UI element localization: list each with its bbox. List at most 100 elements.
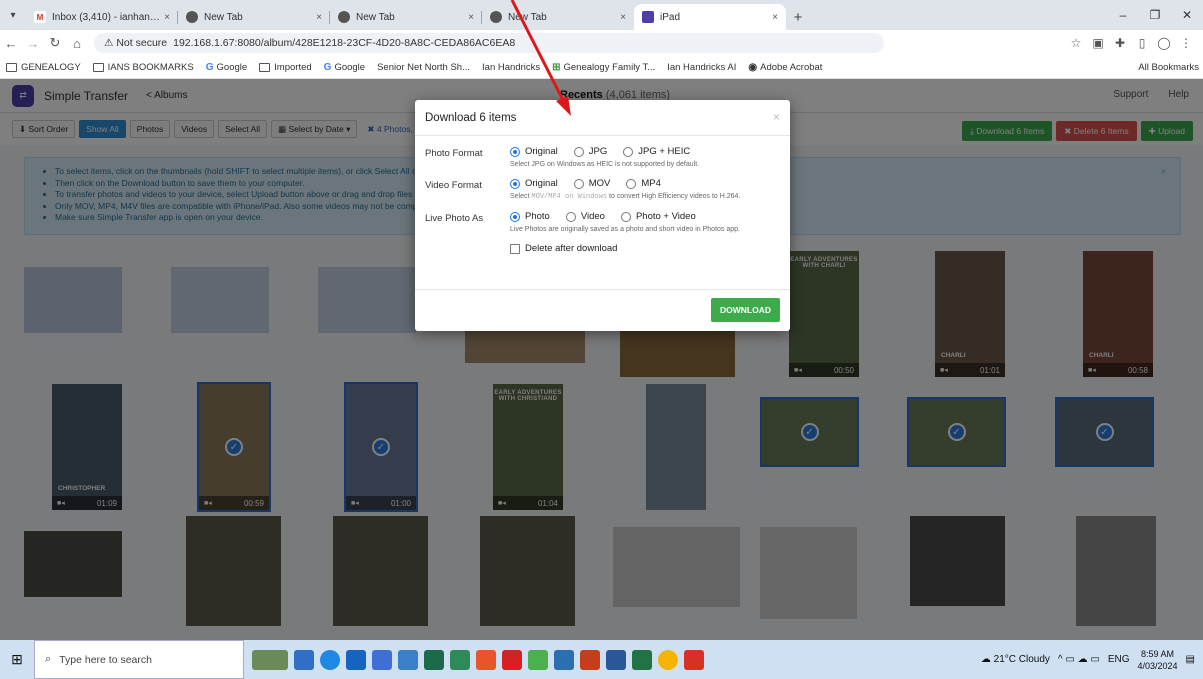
video-format-mp4-radio[interactable]: MP4 — [626, 178, 661, 189]
live-photo-row: Live Photo As Photo Video Photo + Video … — [425, 211, 780, 233]
tab-close-icon[interactable]: × — [468, 12, 474, 23]
task-view-icon[interactable] — [294, 649, 314, 670]
video-format-original-radio[interactable]: Original — [510, 178, 558, 189]
bookmark-link[interactable]: ⊞ Genealogy Family T... — [552, 62, 655, 73]
app-icon[interactable] — [424, 649, 444, 670]
tab-close-icon[interactable]: × — [316, 12, 322, 23]
windows-start-icon[interactable]: ⊞ — [0, 640, 34, 679]
minimize-icon[interactable]: – — [1107, 0, 1139, 30]
taskbar-search-placeholder: Type here to search — [59, 653, 152, 666]
live-photo-photo-radio[interactable]: Photo — [510, 211, 550, 222]
bookmark-folder[interactable]: IANS BOOKMARKS — [92, 62, 194, 73]
tab-close-icon[interactable]: × — [772, 12, 778, 23]
edge-icon[interactable] — [320, 649, 340, 670]
radio-unchecked-icon — [573, 146, 584, 157]
download-button[interactable]: DOWNLOAD — [711, 298, 780, 322]
folder-icon — [259, 62, 271, 72]
system-tray: ☁ 21°C Cloudy ^ ▭ ☁ ▭ ENG 8:59 AM 4/03/2… — [981, 640, 1195, 679]
dialog-footer: DOWNLOAD — [415, 289, 790, 331]
bookmarks-bar: GENEALOGY IANS BOOKMARKS G Google Importe… — [0, 56, 1203, 79]
browser-tab[interactable]: M Inbox (3,410) - ianhandricks@ × — [26, 4, 178, 30]
radio-unchecked-icon — [620, 211, 631, 222]
new-tab-button[interactable]: + — [786, 4, 810, 30]
sidepanel-icon[interactable]: ▯ — [1131, 32, 1153, 54]
gmail-icon[interactable] — [684, 649, 704, 670]
bookmark-link[interactable]: Ian Handricks — [482, 62, 540, 73]
clock[interactable]: 8:59 AM 4/03/2024 — [1138, 648, 1178, 672]
acrobat-icon[interactable] — [502, 649, 522, 670]
close-icon[interactable]: ✕ — [1171, 0, 1203, 30]
bookmark-link[interactable]: Senior Net North Sh... — [377, 62, 470, 73]
language-indicator[interactable]: ENG — [1108, 654, 1130, 665]
window-controls: – ❐ ✕ — [1107, 0, 1203, 30]
checkbox-unchecked-icon — [510, 243, 520, 254]
news-widget-icon[interactable] — [252, 649, 288, 670]
menu-icon[interactable]: ⋮ — [1175, 32, 1197, 54]
teamviewer-icon[interactable] — [372, 649, 392, 670]
bookmark-folder[interactable]: GENEALOGY — [6, 62, 81, 73]
photo-format-jpg-heic-radio[interactable]: JPG + HEIC — [623, 146, 690, 157]
google-icon: G — [323, 61, 332, 73]
excel-icon[interactable] — [632, 649, 652, 670]
url-text: 192.168.1.67:8080/album/428E1218-23CF-4D… — [173, 37, 516, 49]
live-photo-photo-video-radio[interactable]: Photo + Video — [620, 211, 696, 222]
app-icon[interactable] — [554, 649, 574, 670]
google-icon: G — [205, 61, 214, 73]
browser-tab-active[interactable]: iPad × — [634, 4, 786, 30]
tray-icons[interactable]: ^ ▭ ☁ ▭ — [1058, 654, 1100, 665]
simple-transfer-icon — [642, 11, 654, 23]
photo-format-hint: Select JPG on Windows as HEIC is not sup… — [510, 161, 700, 168]
profile-icon[interactable]: ◯ — [1153, 32, 1175, 54]
app-icon[interactable] — [528, 649, 548, 670]
address-bar[interactable]: ⚠ Not secure 192.168.1.67:8080/album/428… — [94, 33, 884, 53]
radio-unchecked-icon — [573, 178, 584, 189]
folder-icon — [92, 62, 104, 72]
browser-tab-strip: ▾ M Inbox (3,410) - ianhandricks@ × New … — [0, 0, 1203, 30]
browser-tab[interactable]: New Tab × — [178, 4, 330, 30]
bookmark-star-icon[interactable]: ☆ — [1065, 32, 1087, 54]
bookmark-link[interactable]: G Google — [206, 62, 247, 73]
app-icon[interactable] — [450, 649, 470, 670]
app-icon[interactable] — [398, 649, 418, 670]
live-photo-video-radio[interactable]: Video — [565, 211, 605, 222]
restore-icon[interactable]: ❐ — [1139, 0, 1171, 30]
back-icon[interactable]: ← — [0, 32, 22, 54]
tab-close-icon[interactable]: × — [620, 12, 626, 23]
tab-close-icon[interactable]: × — [164, 12, 170, 23]
brave-icon[interactable] — [476, 649, 496, 670]
bookmark-link[interactable]: G Google — [324, 62, 365, 73]
all-bookmarks[interactable]: All Bookmarks — [1136, 56, 1199, 79]
powerpoint-icon[interactable] — [580, 649, 600, 670]
photo-format-original-radio[interactable]: Original — [510, 146, 558, 157]
extension-icon[interactable]: ▣ — [1087, 32, 1109, 54]
video-format-hint: Select MOV/MP4 on Windows to convert Hig… — [510, 193, 741, 201]
taskbar-search[interactable]: ⌕ Type here to search — [34, 640, 244, 679]
browser-toolbar: ← → ↻ ⌂ ⚠ Not secure 192.168.1.67:8080/a… — [0, 30, 1203, 56]
reload-icon[interactable]: ↻ — [44, 32, 66, 54]
download-dialog: Download 6 items × Photo Format Original… — [415, 100, 790, 331]
not-secure-badge[interactable]: ⚠ Not secure — [104, 37, 167, 49]
video-format-row: Video Format Original MOV MP4 Select MOV… — [425, 178, 780, 201]
weather-widget[interactable]: ☁ 21°C Cloudy — [981, 654, 1050, 665]
zoom-icon[interactable] — [346, 649, 366, 670]
chrome-icon[interactable] — [658, 649, 678, 670]
notification-icon[interactable]: ▤ — [1186, 654, 1195, 665]
bookmark-folder[interactable]: Imported — [259, 62, 312, 73]
chrome-icon — [338, 11, 350, 23]
bookmark-link[interactable]: ◉ Adobe Acrobat — [748, 62, 822, 73]
gmail-icon: M — [34, 11, 46, 23]
forward-icon[interactable]: → — [22, 32, 44, 54]
puzzle-icon[interactable]: ✚ — [1109, 32, 1131, 54]
delete-after-download-checkbox[interactable]: Delete after download — [510, 243, 780, 254]
tab-title: New Tab — [508, 11, 547, 23]
home-icon[interactable]: ⌂ — [66, 32, 88, 54]
dialog-close-icon[interactable]: × — [773, 110, 780, 124]
video-format-mov-radio[interactable]: MOV — [573, 178, 610, 189]
tab-search-icon[interactable]: ▾ — [0, 0, 26, 30]
photo-format-row: Photo Format Original JPG JPG + HEIC Sel… — [425, 146, 780, 168]
bookmark-link[interactable]: Ian Handricks AI — [667, 62, 736, 73]
word-icon[interactable] — [606, 649, 626, 670]
browser-tab[interactable]: New Tab × — [330, 4, 482, 30]
browser-tab[interactable]: New Tab × — [482, 4, 634, 30]
photo-format-jpg-radio[interactable]: JPG — [573, 146, 607, 157]
